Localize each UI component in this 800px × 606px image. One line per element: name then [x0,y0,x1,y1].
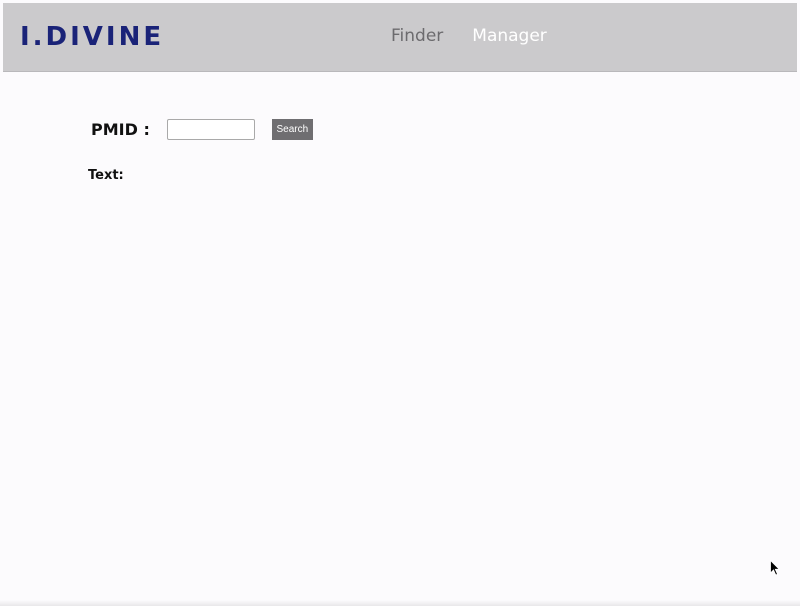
pmid-label: PMID : [91,119,150,139]
main-nav: Finder Manager [391,25,547,47]
nav-item-manager[interactable]: Manager [472,25,547,47]
app-window: I.DIVINE Finder Manager PMID : Search Te… [0,0,800,606]
top-header: I.DIVINE Finder Manager [3,3,797,72]
nav-item-finder[interactable]: Finder [391,25,443,47]
brand-logo[interactable]: I.DIVINE [20,21,164,53]
bottom-edge-shadow [0,600,800,606]
pmid-search-row: PMID : Search [91,118,313,140]
pmid-input[interactable] [166,118,255,140]
search-button[interactable]: Search [271,118,313,140]
mouse-pointer-icon [770,560,780,576]
text-label: Text: [88,168,124,183]
